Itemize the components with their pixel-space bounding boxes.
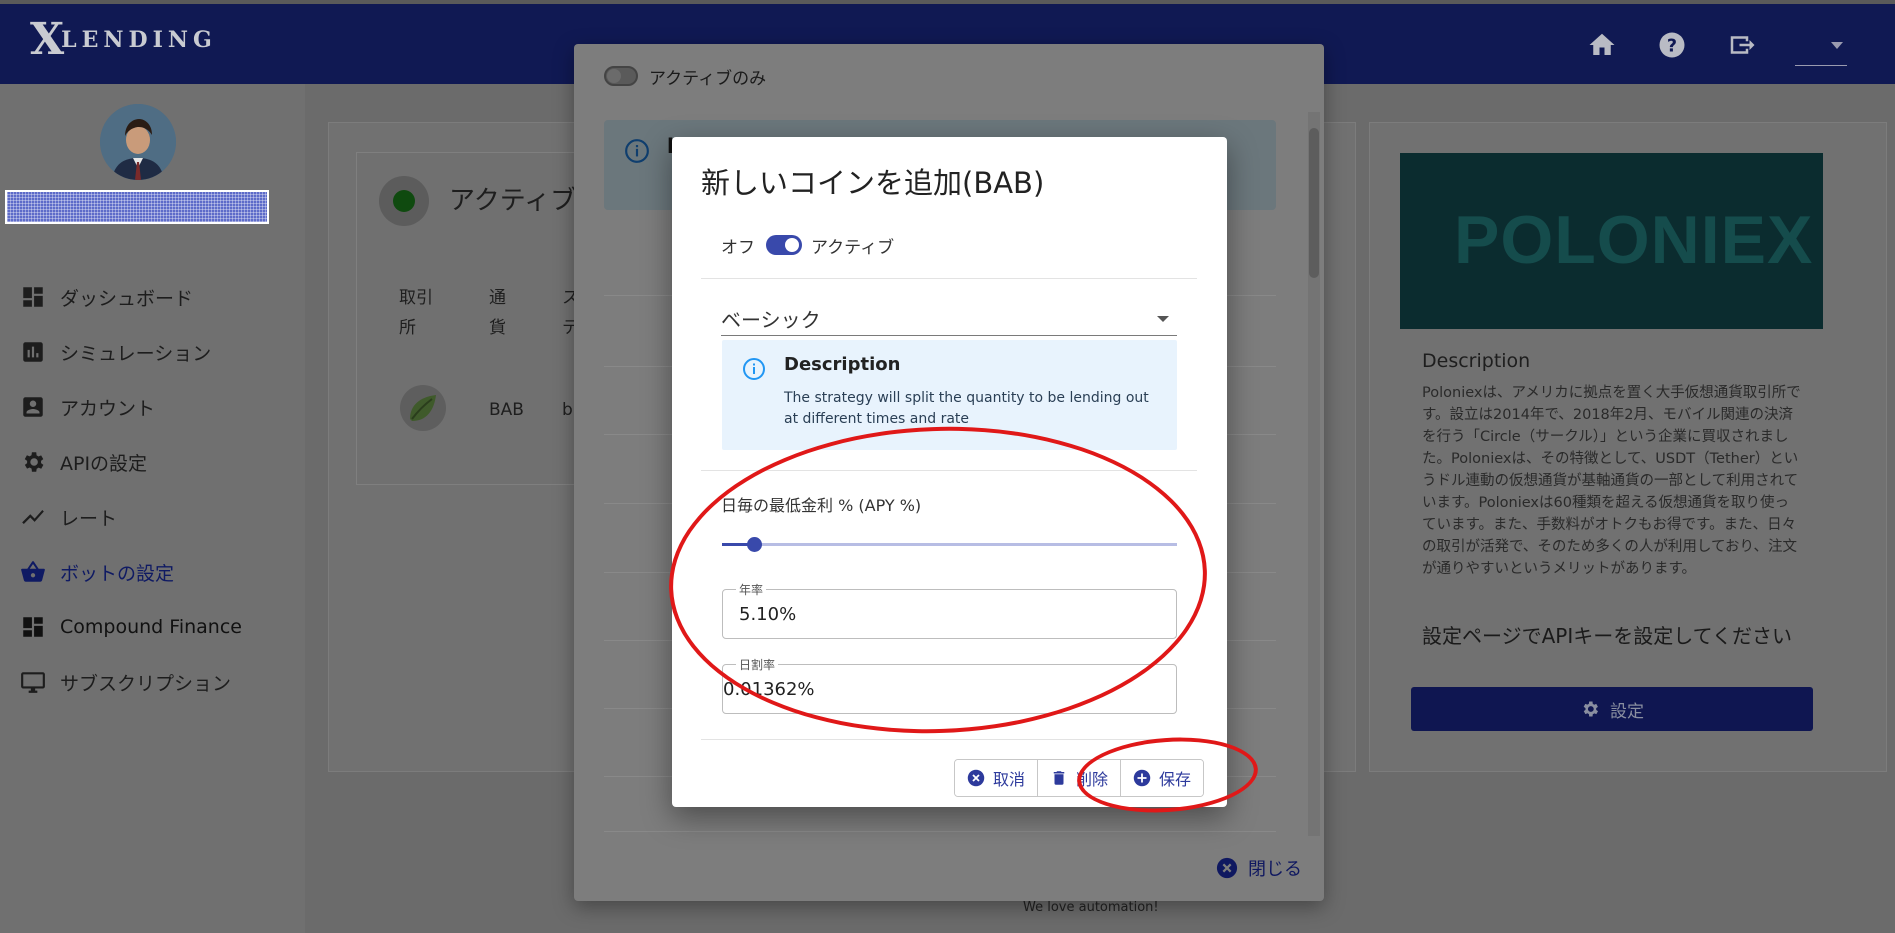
- sidebar-item-bot-settings[interactable]: ボットの設定: [20, 552, 280, 592]
- sidebar-item-account[interactable]: アカウント: [20, 387, 280, 427]
- username-field: [5, 190, 269, 224]
- sidebar-item-label: レート: [60, 507, 118, 530]
- account-dropdown[interactable]: [1795, 26, 1847, 66]
- logout-icon[interactable]: [1727, 30, 1757, 60]
- sidebar-item-label: シミュレーション: [60, 342, 212, 365]
- active-only-toggle[interactable]: [604, 66, 638, 86]
- dialog-scrollbar-thumb[interactable]: [1309, 128, 1319, 278]
- help-icon[interactable]: ?: [1657, 30, 1687, 60]
- api-key-note: 設定ページでAPIキーを設定してください: [1422, 624, 1793, 648]
- settings-button-label: 設定: [1610, 701, 1644, 722]
- trend-icon: [22, 509, 44, 525]
- chart-icon: [23, 342, 43, 362]
- basket-icon: [21, 561, 45, 582]
- app-root: X LENDING ? ダッシュボード シミュレーション アカウント APIの設…: [0, 0, 1895, 933]
- exchange-description-title: Description: [1422, 350, 1531, 372]
- account-icon: [23, 397, 43, 417]
- avatar[interactable]: [100, 104, 176, 180]
- poloniex-logo-text: POLONIEX: [1454, 202, 1814, 278]
- avatar-image: [100, 104, 176, 180]
- close-circle-icon: [1216, 857, 1238, 879]
- off-label: オフ: [721, 238, 755, 258]
- sidebar-item-label: ボットの設定: [60, 562, 175, 585]
- settings-button[interactable]: 設定: [1411, 687, 1813, 731]
- close-dialog-label: 閉じる: [1248, 859, 1302, 880]
- app-logo[interactable]: X LENDING: [30, 18, 260, 62]
- logo-text: LENDING: [61, 27, 217, 53]
- sidebar-item-dashboard[interactable]: ダッシュボード: [20, 277, 280, 317]
- sidebar-item-simulation[interactable]: シミュレーション: [20, 332, 280, 372]
- strategy-select[interactable]: ベーシック: [721, 302, 1177, 336]
- trash-icon: [1053, 771, 1065, 785]
- svg-text:?: ?: [1667, 36, 1677, 56]
- dashboard-icon: [23, 617, 43, 637]
- chevron-down-icon: [1831, 42, 1843, 49]
- active-switch[interactable]: [766, 235, 802, 255]
- cancel-button[interactable]: 取消: [955, 760, 1039, 796]
- sidebar-item-subscription[interactable]: サブスクリプション: [20, 662, 280, 702]
- divider: [701, 278, 1197, 279]
- gear-icon: [24, 452, 44, 472]
- monitor-icon: [21, 672, 45, 693]
- row-currency: BAB: [489, 400, 524, 420]
- sidebar-item-api-settings[interactable]: APIの設定: [20, 442, 280, 482]
- column-header-currency: 通 貨: [489, 288, 506, 338]
- divider: [701, 739, 1197, 740]
- cancel-circle-icon: [967, 769, 985, 787]
- coin-logo: [400, 385, 446, 431]
- active-card-title: アクティブ: [449, 186, 577, 216]
- gear-icon: [1583, 701, 1598, 717]
- sidebar-item-label: ダッシュボード: [60, 287, 194, 310]
- column-header-exchange: 取引 所: [399, 288, 433, 338]
- dashboard-icon: [23, 287, 43, 307]
- home-icon[interactable]: [1587, 30, 1617, 60]
- sidebar-item-compound-finance[interactable]: Compound Finance: [20, 607, 280, 647]
- strategy-selected-value: ベーシック: [721, 308, 821, 332]
- modal-title: 新しいコインを追加(BAB): [701, 166, 1045, 200]
- row-partial: b: [562, 400, 573, 420]
- strategy-description-text: The strategy will split the quantity to …: [784, 390, 1149, 427]
- sidebar-item-label: APIの設定: [60, 452, 148, 475]
- active-label: アクティブ: [811, 238, 895, 258]
- poloniex-banner: POLONIEX: [1400, 153, 1823, 329]
- active-only-label: アクティブのみ: [649, 69, 767, 89]
- logo-x: X: [30, 14, 65, 65]
- cancel-button-label: 取消: [993, 770, 1026, 789]
- close-dialog-button[interactable]: 閉じる: [1216, 856, 1302, 880]
- info-icon: [625, 139, 649, 163]
- sidebar-item-label: Compound Finance: [60, 616, 242, 638]
- status-dot: [379, 176, 429, 226]
- strategy-description-title: Description: [784, 354, 901, 375]
- sidebar-item-label: サブスクリプション: [60, 672, 232, 695]
- chevron-down-icon: [1157, 316, 1169, 322]
- info-icon: [743, 358, 765, 380]
- exchange-description-text: Poloniexは、アメリカに拠点を置く大手仮想通貨取引所です。設立は2014年…: [1422, 385, 1801, 577]
- leaf-icon: [410, 395, 436, 421]
- sidebar-item-rate[interactable]: レート: [20, 497, 280, 537]
- footer-text: We love automation!: [1023, 900, 1159, 915]
- sidebar-item-label: アカウント: [60, 397, 156, 420]
